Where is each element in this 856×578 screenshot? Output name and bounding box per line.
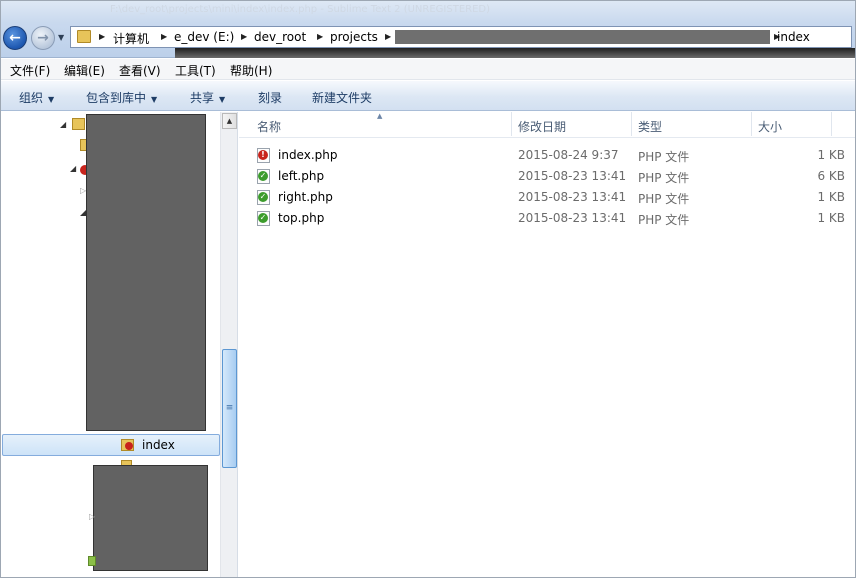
redacted-tree-block bbox=[93, 465, 208, 571]
file-row-top[interactable]: ✓ top.php 2015-08-23 13:41 PHP 文件 1 KB bbox=[255, 208, 855, 229]
breadcrumb-computer[interactable]: 计算机 bbox=[113, 30, 149, 47]
file-type: PHP 文件 bbox=[638, 213, 690, 227]
command-bar: 组织 ▼ 包含到库中 ▼ 共享 ▼ 刻录 新建文件夹 bbox=[0, 81, 856, 111]
file-name: left.php bbox=[278, 169, 325, 183]
breadcrumb-separator-icon[interactable]: ▶ bbox=[317, 32, 323, 41]
navigation-pane: ◢ ◢ ▷ ◢ index ▷ bbox=[0, 112, 238, 578]
check-badge-icon: ✓ bbox=[258, 171, 268, 181]
column-date-modified[interactable]: 修改日期 bbox=[518, 118, 566, 135]
file-type: PHP 文件 bbox=[638, 171, 690, 185]
file-size: 1 KB bbox=[817, 211, 845, 225]
back-button[interactable]: ← bbox=[3, 26, 27, 50]
breadcrumb-index[interactable]: index bbox=[777, 30, 810, 44]
burn-button[interactable]: 刻录 bbox=[258, 89, 282, 106]
tree-collapsed-icon[interactable]: ▷ bbox=[89, 512, 95, 521]
column-divider[interactable] bbox=[631, 112, 632, 136]
scroll-up-icon[interactable]: ▲ bbox=[222, 113, 237, 129]
share-label: 共享 bbox=[190, 91, 215, 105]
window-title: F:\dev_root\projects\mini\index\index.ph… bbox=[110, 4, 491, 15]
new-folder-button[interactable]: 新建文件夹 bbox=[312, 89, 372, 106]
folder-icon bbox=[77, 30, 91, 43]
column-header-row: ▲ 名称 修改日期 类型 大小 bbox=[239, 112, 856, 138]
tree-expand-icon[interactable]: ◢ bbox=[60, 120, 66, 129]
dropdown-arrow-icon: ▼ bbox=[219, 95, 226, 104]
include-in-library-button[interactable]: 包含到库中 ▼ bbox=[86, 89, 157, 106]
menu-bar: 文件(F) 编辑(E) 查看(V) 工具(T) 帮助(H) bbox=[0, 59, 856, 80]
file-name: top.php bbox=[278, 211, 325, 225]
tree-expand-icon[interactable]: ◢ bbox=[70, 164, 76, 173]
redacted-tree-block bbox=[86, 114, 206, 431]
redacted-path-segment bbox=[395, 30, 770, 44]
check-badge-icon: ✓ bbox=[258, 192, 268, 202]
forward-button[interactable]: → bbox=[31, 26, 55, 50]
file-type: PHP 文件 bbox=[638, 150, 690, 164]
dropdown-arrow-icon: ▼ bbox=[151, 95, 158, 104]
scroll-thumb[interactable]: ≡ bbox=[222, 349, 237, 468]
file-row-right[interactable]: ✓ right.php 2015-08-23 13:41 PHP 文件 1 KB bbox=[255, 187, 855, 208]
back-arrow-icon: ← bbox=[9, 30, 21, 46]
column-type[interactable]: 类型 bbox=[638, 118, 662, 135]
organize-label: 组织 bbox=[19, 91, 44, 105]
tree-item-label: index bbox=[142, 438, 175, 452]
column-divider[interactable] bbox=[831, 112, 832, 136]
menu-tools[interactable]: 工具(T) bbox=[175, 62, 216, 79]
sort-ascending-icon: ▲ bbox=[377, 112, 383, 120]
file-size: 1 KB bbox=[817, 148, 845, 162]
check-badge-icon: ✓ bbox=[258, 213, 268, 223]
column-name[interactable]: 名称 bbox=[257, 118, 281, 135]
window-shadow bbox=[175, 48, 856, 58]
breadcrumb-dev-root[interactable]: dev_root bbox=[254, 30, 306, 44]
organize-button[interactable]: 组织 ▼ bbox=[19, 89, 54, 106]
file-name: right.php bbox=[278, 190, 333, 204]
breadcrumb-drive[interactable]: e_dev (E:) bbox=[174, 30, 234, 44]
file-size: 6 KB bbox=[817, 169, 845, 183]
tree-item-index[interactable]: index bbox=[2, 434, 220, 456]
menu-edit[interactable]: 编辑(E) bbox=[64, 62, 105, 79]
menu-file[interactable]: 文件(F) bbox=[10, 62, 50, 79]
error-badge-icon: ! bbox=[258, 150, 268, 160]
file-row-left[interactable]: ✓ left.php 2015-08-23 13:41 PHP 文件 6 KB bbox=[255, 166, 855, 187]
file-date: 2015-08-23 13:41 bbox=[518, 169, 627, 183]
breadcrumb-separator-icon[interactable]: ▶ bbox=[385, 32, 391, 41]
forward-arrow-icon: → bbox=[37, 30, 49, 46]
column-size[interactable]: 大小 bbox=[758, 118, 782, 135]
file-date: 2015-08-24 9:37 bbox=[518, 148, 619, 162]
menu-view[interactable]: 查看(V) bbox=[119, 62, 161, 79]
column-divider[interactable] bbox=[751, 112, 752, 136]
file-date: 2015-08-23 13:41 bbox=[518, 211, 627, 225]
file-row-index[interactable]: ! index.php 2015-08-24 9:37 PHP 文件 1 KB bbox=[255, 145, 855, 166]
file-size: 1 KB bbox=[817, 190, 845, 204]
menu-help[interactable]: 帮助(H) bbox=[230, 62, 272, 79]
file-list: ▲ 名称 修改日期 类型 大小 ! index.php 2015-08-24 9… bbox=[239, 112, 856, 578]
folder-icon bbox=[72, 118, 85, 130]
include-in-library-label: 包含到库中 bbox=[86, 91, 147, 105]
navigation-scrollbar[interactable]: ▲ ≡ bbox=[220, 112, 237, 578]
folder-icon bbox=[88, 556, 96, 566]
dropdown-arrow-icon: ▼ bbox=[48, 95, 55, 104]
file-name: index.php bbox=[278, 148, 338, 162]
breadcrumb-separator-icon[interactable]: ▶ bbox=[241, 32, 247, 41]
breadcrumb-separator-icon[interactable]: ▶ bbox=[99, 32, 105, 41]
column-divider[interactable] bbox=[511, 112, 512, 136]
address-bar[interactable]: ▶ 计算机 ▶ e_dev (E:) ▶ dev_root ▶ projects… bbox=[70, 26, 852, 48]
breadcrumb-projects[interactable]: projects bbox=[330, 30, 378, 44]
share-button[interactable]: 共享 ▼ bbox=[190, 89, 225, 106]
file-date: 2015-08-23 13:41 bbox=[518, 190, 627, 204]
warning-icon bbox=[125, 442, 133, 450]
breadcrumb-separator-icon[interactable]: ▶ bbox=[161, 32, 167, 41]
recent-pages-dropdown-icon[interactable]: ▼ bbox=[58, 33, 64, 42]
file-type: PHP 文件 bbox=[638, 192, 690, 206]
